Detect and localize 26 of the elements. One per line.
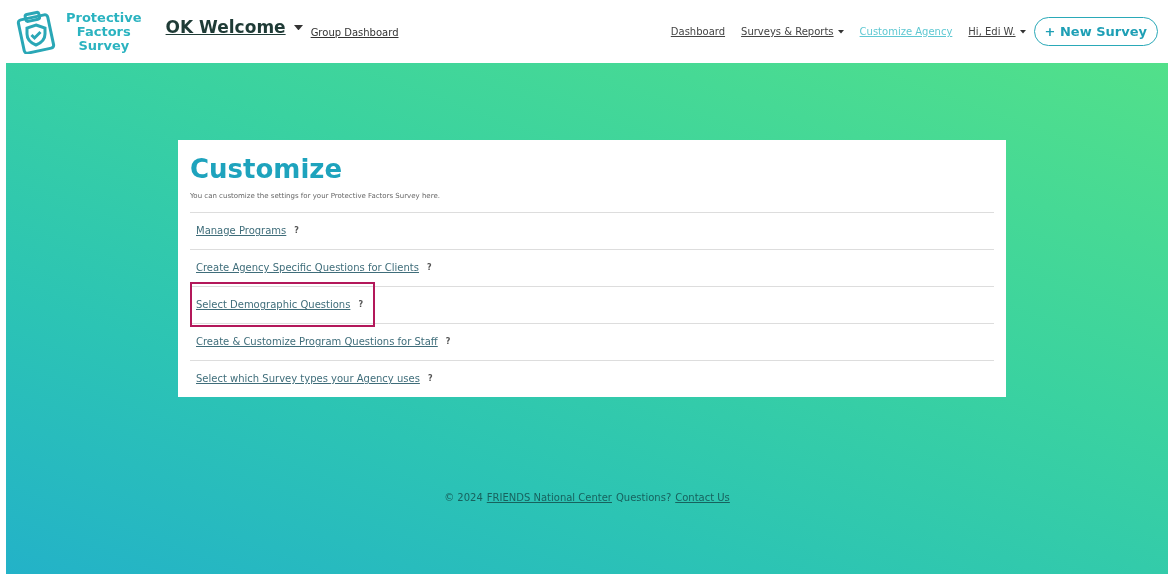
settings-link[interactable]: Create & Customize Program Questions for Staff	[196, 334, 438, 350]
help-icon[interactable]: ?	[358, 298, 364, 311]
caret-icon	[293, 24, 303, 31]
logo-text: Factors	[75, 24, 132, 39]
clipboard-shield-icon	[14, 9, 58, 54]
settings-link[interactable]: Manage Programs	[196, 223, 287, 239]
caret-icon	[837, 30, 844, 34]
help-icon[interactable]: ?	[445, 335, 451, 348]
nav-link[interactable]: Surveys & Reports	[741, 24, 844, 39]
help-icon[interactable]: ?	[427, 372, 433, 385]
nav-link[interactable]: Hi, Edi W.	[968, 24, 1026, 39]
settings-link[interactable]: Select which Survey types your Agency uses	[196, 371, 420, 387]
logo-text: Survey	[77, 38, 131, 53]
page-title: Customize	[190, 154, 344, 186]
copyright-text: © 2024	[444, 490, 483, 505]
logo-text: Protective	[66, 10, 142, 25]
settings-link[interactable]: Create Agency Specific Questions for Clients	[196, 260, 419, 276]
contact-link[interactable]: Contact Us	[675, 489, 730, 505]
caret-icon	[1019, 30, 1026, 34]
nav-link[interactable]: Dashboard	[670, 24, 726, 39]
questions-text: Questions?	[615, 490, 672, 505]
help-icon[interactable]: ?	[294, 224, 299, 237]
group-dashboard-link[interactable]: Group Dashboard	[310, 25, 399, 41]
help-icon[interactable]: ?	[427, 261, 432, 274]
agency-dropdown[interactable]: OK Welcome	[165, 14, 286, 41]
settings-link[interactable]: Select Demographic Questions	[196, 297, 351, 313]
